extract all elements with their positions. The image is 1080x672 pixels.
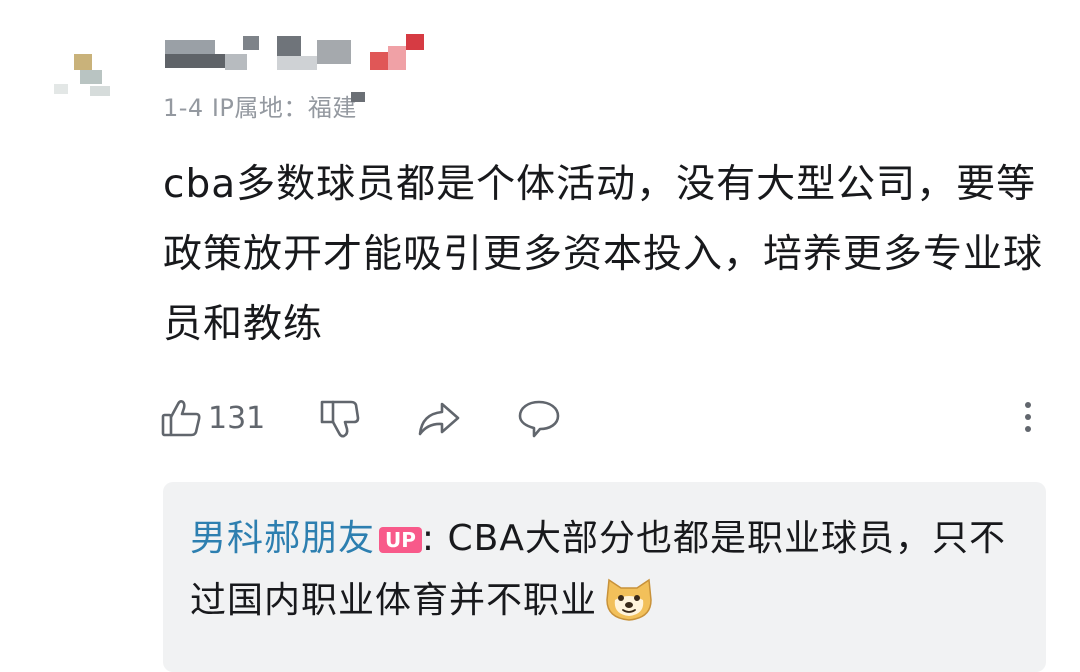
user-avatar[interactable] <box>50 48 122 120</box>
reply-colon: : <box>421 518 436 559</box>
username-mosaic-1 <box>165 40 215 54</box>
username-mosaic-4 <box>243 36 259 50</box>
reply-button[interactable] <box>516 396 562 440</box>
thumbs-up-icon <box>160 396 204 440</box>
username-mosaic-2 <box>165 54 225 68</box>
username-mosaic-8 <box>370 52 388 70</box>
reply-text-block: 男科郝朋友 UP: CBA大部分也都是职业球员，只不过国内职业体育并不职业 <box>190 508 1020 632</box>
comment-icon <box>516 396 562 440</box>
ip-mosaic <box>350 92 365 102</box>
reply-username[interactable]: 男科郝朋友 <box>190 518 375 559</box>
username-mosaic-9 <box>388 46 406 70</box>
reply-preview[interactable]: 男科郝朋友 UP: CBA大部分也都是职业球员，只不过国内职业体育并不职业 <box>163 482 1046 672</box>
ip-location: 福建 <box>307 94 357 122</box>
comment-content: cba多数球员都是个体活动，没有大型公司，要等政策放开才能吸引更多资本投入，培养… <box>163 162 1044 347</box>
avatar-mosaic-4 <box>90 86 110 96</box>
thumbs-down-icon <box>318 396 362 440</box>
avatar-mosaic-2 <box>80 70 102 84</box>
doge-emoji-icon <box>601 570 657 626</box>
share-button[interactable] <box>416 396 462 440</box>
username-mosaic-3 <box>225 54 247 70</box>
more-vertical-icon[interactable] <box>1020 402 1036 438</box>
avatar-mosaic-1 <box>74 54 92 70</box>
avatar-mosaic-3 <box>54 84 68 94</box>
comment-date-ip: 1-4 IP属地： <box>163 94 308 122</box>
comment-meta: 1-4 IP属地：福建 <box>163 88 365 123</box>
username-mosaic-6 <box>277 56 317 70</box>
more-dot-1 <box>1025 402 1031 408</box>
comment-action-bar: 131 <box>160 396 1050 446</box>
dislike-button[interactable] <box>318 396 362 440</box>
like-count: 131 <box>208 400 266 436</box>
like-button[interactable]: 131 <box>160 396 265 440</box>
username-mosaic-7 <box>317 40 351 64</box>
up-badge: UP <box>379 527 422 553</box>
share-icon <box>416 396 462 440</box>
username-mosaic-5 <box>277 36 301 56</box>
more-dot-3 <box>1025 426 1031 432</box>
more-dot-2 <box>1025 414 1031 420</box>
username-censored[interactable] <box>165 34 435 76</box>
username-mosaic-10 <box>406 34 424 50</box>
